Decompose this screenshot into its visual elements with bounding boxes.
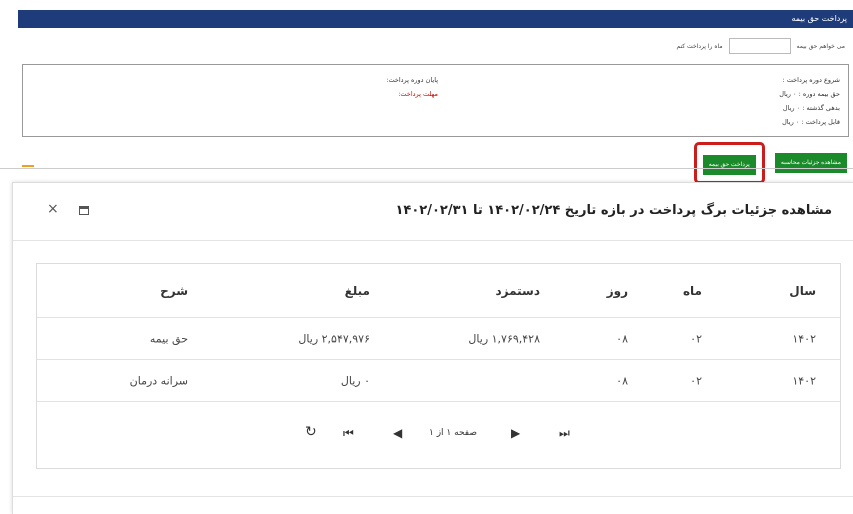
table-row[interactable]: ۱۴۰۲ ۰۲ ۰۸ ۰ ریال سرانه درمان [37, 360, 840, 402]
past-debt: بدهی گذشته : ۰ ریال [782, 104, 840, 112]
payable-amount: قابل پرداخت : ۰ ریال [782, 118, 840, 126]
prev-page-icon[interactable]: ◀ [393, 426, 402, 440]
header-year[interactable]: سال [789, 284, 816, 298]
months-payment-row: می خواهم حق بیمه ماه را پرداخت کنم [676, 37, 845, 55]
modal-footer-divider [13, 496, 853, 497]
cell-description: حق بیمه [149, 332, 188, 345]
cell-amount: ۲,۵۴۷,۹۷۶ ریال [298, 332, 370, 345]
next-page-icon[interactable]: ▶ [511, 426, 520, 440]
months-input[interactable] [728, 38, 791, 54]
cell-year: ۱۴۰۲ [792, 332, 816, 345]
period-start: شروع دوره پرداخت : [782, 76, 840, 84]
cell-wage: ۱,۷۶۹,۴۲۸ ریال [468, 332, 540, 345]
table-row[interactable]: ۱۴۰۲ ۰۲ ۰۸ ۱,۷۶۹,۴۲۸ ریال ۲,۵۴۷,۹۷۶ ریال… [37, 318, 840, 360]
refresh-icon[interactable]: ↻ [305, 424, 317, 440]
pager: ↻ ⏮ ◀ صفحه ۱ از ۱ ▶ ⏭ [37, 402, 840, 469]
header-description[interactable]: شرح [160, 284, 188, 298]
payment-details-modal: مشاهده جزئیات برگ پرداخت در بازه تاریخ ۱… [12, 182, 853, 514]
page-indicator: صفحه ۱ از ۱ [429, 428, 477, 438]
action-buttons: مشاهده جزئیات محاسبه پرداخت حق بیمه [693, 142, 847, 184]
header-month[interactable]: ماه [683, 284, 702, 298]
cell-year: ۱۴۰۲ [792, 374, 816, 387]
info-column-left: پایان دوره پرداخت: مهلت پرداخت: [386, 73, 438, 101]
close-icon[interactable]: × [47, 201, 59, 217]
payment-info-box: شروع دوره پرداخت : حق بیمه دوره : ۰ ریال… [22, 64, 849, 137]
cell-month: ۰۲ [690, 332, 702, 345]
maximize-icon[interactable] [79, 206, 89, 215]
first-page-icon[interactable]: ⏮ [343, 426, 354, 441]
divider [0, 168, 853, 169]
pay-label-after: ماه را پرداخت کنم [676, 42, 723, 50]
cell-month: ۰۲ [690, 374, 702, 387]
view-calculation-details-button[interactable]: مشاهده جزئیات محاسبه [774, 153, 847, 173]
table-header-row: سال ماه روز دستمزد مبلغ شرح [37, 264, 840, 318]
pay-label-before: می خواهم حق بیمه [796, 42, 845, 50]
pay-premium-button[interactable]: پرداخت حق بیمه [702, 155, 756, 175]
period-premium: حق بیمه دوره : ۰ ریال [779, 90, 840, 98]
pay-button-highlight: پرداخت حق بیمه [693, 142, 765, 184]
due-date: مهلت پرداخت: [398, 90, 438, 98]
period-end: پایان دوره پرداخت: [386, 76, 438, 84]
cell-description: سرانه درمان [129, 374, 188, 387]
cell-day: ۰۸ [616, 332, 628, 345]
cell-amount: ۰ ریال [340, 374, 370, 387]
payment-panel-header: پرداخت حق بیمه [18, 10, 853, 28]
details-table: سال ماه روز دستمزد مبلغ شرح ۱۴۰۲ ۰۲ ۰۸ ۱… [36, 263, 841, 469]
modal-header: مشاهده جزئیات برگ پرداخت در بازه تاریخ ۱… [13, 183, 853, 241]
header-amount[interactable]: مبلغ [345, 284, 370, 298]
header-day[interactable]: روز [607, 284, 628, 298]
orange-indicator [22, 165, 34, 167]
cell-day: ۰۸ [616, 374, 628, 387]
last-page-icon[interactable]: ⏭ [559, 426, 570, 441]
modal-title: مشاهده جزئیات برگ پرداخت در بازه تاریخ ۱… [395, 203, 832, 218]
info-column-right: شروع دوره پرداخت : حق بیمه دوره : ۰ ریال… [779, 73, 840, 129]
header-wage[interactable]: دستمزد [495, 284, 540, 298]
